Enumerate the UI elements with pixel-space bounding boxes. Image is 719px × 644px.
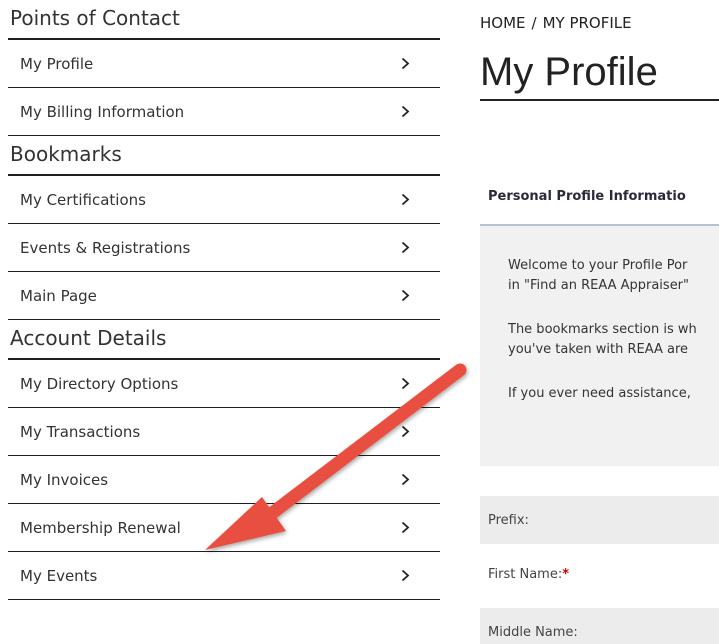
sidebar-item-main-page[interactable]: Main Page bbox=[8, 272, 440, 320]
breadcrumb: HOME / MY PROFILE bbox=[480, 14, 632, 32]
chevron-right-icon bbox=[400, 569, 410, 583]
sidebar-item-label: Main Page bbox=[20, 286, 97, 305]
middle-name-label: Middle Name: bbox=[488, 624, 578, 640]
first-name-label: First Name: bbox=[488, 566, 563, 582]
chevron-right-icon bbox=[400, 289, 410, 303]
first-name-field-row[interactable]: First Name: * bbox=[480, 550, 719, 598]
section-title-points-of-contact: Points of Contact bbox=[8, 0, 440, 40]
breadcrumb-current: MY PROFILE bbox=[542, 14, 632, 32]
chevron-right-icon bbox=[400, 57, 410, 71]
chevron-right-icon bbox=[400, 521, 410, 535]
section-title-bookmarks: Bookmarks bbox=[8, 136, 440, 176]
chevron-right-icon bbox=[400, 241, 410, 255]
sidebar-item-label: My Transactions bbox=[20, 422, 141, 441]
breadcrumb-separator: / bbox=[531, 14, 537, 32]
breadcrumb-home-link[interactable]: HOME bbox=[480, 14, 526, 32]
main-content: HOME / MY PROFILE My Profile Personal Prof… bbox=[480, 0, 719, 644]
middle-name-field-row[interactable]: Middle Name: bbox=[480, 608, 719, 644]
sidebar-item-my-billing-information[interactable]: My Billing Information bbox=[8, 88, 440, 136]
sidebar-item-label: My Invoices bbox=[20, 470, 109, 489]
sidebar-item-my-directory-options[interactable]: My Directory Options bbox=[8, 360, 440, 408]
sidebar-item-label: Membership Renewal bbox=[20, 518, 181, 537]
chevron-right-icon bbox=[400, 425, 410, 439]
sidebar-item-events-registrations[interactable]: Events & Registrations bbox=[8, 224, 440, 272]
prefix-label: Prefix: bbox=[488, 512, 529, 528]
welcome-paragraph: Welcome to your Profile Por in "Find an … bbox=[508, 256, 719, 296]
section-title-account-details: Account Details bbox=[8, 320, 440, 360]
prefix-field-row[interactable]: Prefix: bbox=[480, 496, 719, 544]
paragraph-line: If you ever need assistance, bbox=[508, 386, 691, 401]
bookmarks-paragraph: The bookmarks section is wh you've taken… bbox=[508, 320, 719, 360]
paragraph-line: you've taken with REAA are bbox=[508, 342, 689, 357]
chevron-right-icon bbox=[400, 193, 410, 207]
chevron-right-icon bbox=[400, 105, 410, 119]
panel-header: Personal Profile Informatio bbox=[480, 168, 719, 226]
paragraph-line: The bookmarks section is wh bbox=[508, 322, 697, 337]
sidebar-item-membership-renewal[interactable]: Membership Renewal bbox=[8, 504, 440, 552]
paragraph-line: in "Find an REAA Appraiser" bbox=[508, 278, 690, 293]
sidebar-item-label: My Profile bbox=[20, 54, 94, 73]
page-title: My Profile bbox=[480, 50, 719, 101]
paragraph-line: Welcome to your Profile Por bbox=[508, 258, 688, 273]
sidebar-item-label: My Billing Information bbox=[20, 102, 185, 121]
chevron-right-icon bbox=[400, 473, 410, 487]
sidebar-item-my-events[interactable]: My Events bbox=[8, 552, 440, 600]
sidebar-nav: Points of Contact My Profile My Billing … bbox=[8, 0, 440, 600]
sidebar-item-my-profile[interactable]: My Profile bbox=[8, 40, 440, 88]
sidebar-item-my-certifications[interactable]: My Certifications bbox=[8, 176, 440, 224]
sidebar-item-my-invoices[interactable]: My Invoices bbox=[8, 456, 440, 504]
sidebar-item-label: My Certifications bbox=[20, 190, 146, 209]
sidebar-item-label: My Directory Options bbox=[20, 374, 179, 393]
panel-body: Welcome to your Profile Por in "Find an … bbox=[480, 226, 719, 466]
required-asterisk: * bbox=[562, 566, 570, 582]
sidebar-item-label: My Events bbox=[20, 566, 98, 585]
assistance-paragraph: If you ever need assistance, bbox=[508, 384, 719, 404]
sidebar-item-my-transactions[interactable]: My Transactions bbox=[8, 408, 440, 456]
chevron-right-icon bbox=[400, 377, 410, 391]
sidebar-item-label: Events & Registrations bbox=[20, 238, 191, 257]
